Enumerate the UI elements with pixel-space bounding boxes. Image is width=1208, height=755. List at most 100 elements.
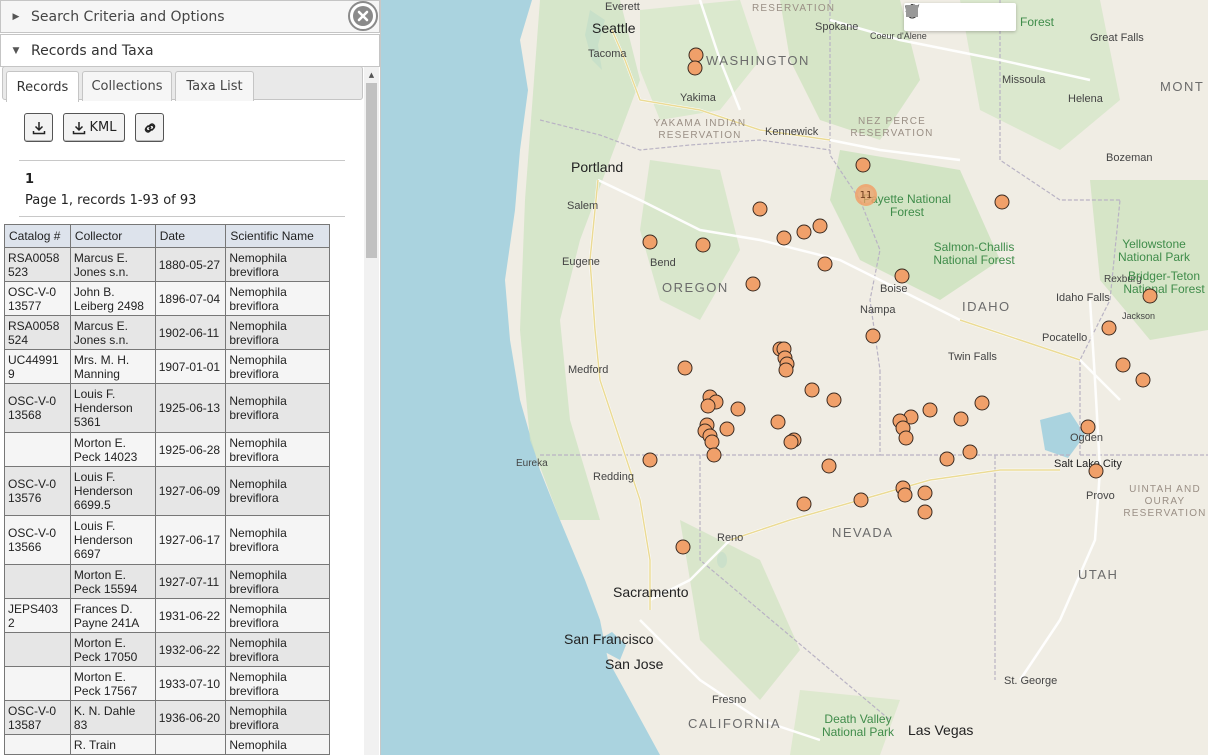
download-csv-button[interactable] [24,113,53,142]
tab-collections[interactable]: Collections [82,71,172,101]
collector-cell: Morton E. Peck 15594 [69,564,156,599]
page-number[interactable]: 1 [25,172,34,187]
occurrence-marker[interactable] [939,451,955,467]
occurrence-marker[interactable] [953,411,969,427]
catalog-cell[interactable] [4,564,71,599]
records-taxa-header[interactable]: ▼ Records and Taxa [0,34,380,67]
occurrence-marker[interactable] [853,492,869,508]
catalog-cell[interactable]: OSC-V-0 13577 [4,281,71,316]
occurrence-marker[interactable] [752,201,768,217]
occurrence-marker[interactable] [855,157,871,173]
occurrence-marker[interactable] [897,487,913,503]
rectangle-icon[interactable] [906,3,988,31]
map-label-nampa: Nampa [860,304,896,316]
occurrence-marker[interactable] [796,496,812,512]
copy-link-button[interactable] [135,113,164,142]
occurrence-marker[interactable] [826,392,842,408]
catalog-cell[interactable]: JEPS403 2 [4,598,71,633]
occurrence-marker[interactable] [804,382,820,398]
occurrence-marker[interactable] [695,237,711,253]
table-row[interactable]: OSC-V-0 13587 K. N. Dahle 83 1936-06-20 Nem… [4,700,330,735]
occurrence-marker[interactable] [642,234,658,250]
occurrence-marker[interactable] [687,60,703,76]
occurrence-marker[interactable] [1135,372,1151,388]
occurrence-marker[interactable] [922,402,938,418]
occurrence-marker[interactable] [917,485,933,501]
occurrence-marker[interactable] [745,276,761,292]
download-kml-button[interactable]: KML [63,113,125,142]
catalog-cell[interactable]: UC44991 9 [4,349,71,384]
table-row[interactable]: RSA0058 524 Marcus E. Jones s.n. 1902-06-1… [4,315,330,350]
occurrence-marker[interactable] [974,395,990,411]
circle-icon[interactable] [906,3,1016,31]
occurrence-marker[interactable] [817,256,833,272]
occurrence-marker[interactable] [812,218,828,234]
records-table: Catalog # Collector Date Scientific Name… [4,224,330,755]
polygon-icon[interactable] [904,3,960,31]
map-label-reno: Reno [717,532,744,544]
catalog-cell[interactable] [4,734,71,755]
table-row[interactable]: UC44991 9 Mrs. M. H. Manning 1907-01-01 Nem… [4,349,330,384]
catalog-cell[interactable]: OSC-V-0 13587 [4,700,71,735]
occurrence-marker[interactable] [1142,288,1158,304]
catalog-cell[interactable]: OSC-V-0 13576 [4,466,71,516]
table-row[interactable]: OSC-V-0 13576 Louis F. Henderson 6699.5 19… [4,466,330,516]
table-row[interactable]: Morton E. Peck 15594 1927-07-11 Nemophila … [4,564,330,599]
occurrence-marker[interactable] [677,360,693,376]
table-row[interactable]: Morton E. Peck 14023 1925-06-28 Nemophila … [4,432,330,467]
occurrence-marker[interactable] [894,268,910,284]
catalog-cell[interactable]: RSA0058 523 [4,247,71,282]
draw-toolbar [904,3,1016,31]
scientific-name-cell: Nemophila breviflora [225,666,330,701]
catalog-cell[interactable]: OSC-V-0 13566 [4,515,71,565]
map-label-jackson: Jackson [1122,311,1156,321]
occurrence-marker[interactable] [898,430,914,446]
occurrence-marker[interactable] [770,414,786,430]
occurrence-marker[interactable] [1088,463,1104,479]
scientific-name-cell: Nemophila breviflora [225,383,330,433]
tab-records[interactable]: Records [6,71,79,102]
search-criteria-header[interactable]: ▶ Search Criteria and Options [0,0,380,33]
occurrence-marker[interactable] [778,362,794,378]
occurrence-marker[interactable] [675,539,691,555]
table-row[interactable]: RSA0058 523 Marcus E. Jones s.n. 1880-05-2… [4,247,330,282]
occurrence-marker[interactable] [730,401,746,417]
table-row[interactable]: OSC-V-0 13577 John B. Leiberg 2498 1896-07… [4,281,330,316]
catalog-cell[interactable] [4,432,71,467]
occurrence-marker[interactable] [700,398,716,414]
table-row[interactable]: JEPS403 2 Frances D. Payne 241A 1931-06-22… [4,598,330,633]
table-row[interactable]: OSC-V-0 13568 Louis F. Henderson 5361 1925… [4,383,330,433]
occurrence-marker[interactable] [719,421,735,437]
catalog-cell[interactable]: RSA0058 524 [4,315,71,350]
date-cell: 1907-01-01 [154,349,227,384]
table-row[interactable]: Morton E. Peck 17050 1932-06-22 Nemophila … [4,632,330,667]
occurrence-marker[interactable] [962,444,978,460]
occurrence-marker[interactable] [1080,419,1096,435]
occurrence-marker[interactable] [1115,357,1131,373]
occurrence-marker[interactable] [706,447,722,463]
occurrence-marker[interactable] [917,504,933,520]
scroll-thumb[interactable] [366,83,377,258]
marker-cluster[interactable]: 11 [855,184,877,206]
occurrence-marker[interactable] [994,194,1010,210]
table-row[interactable]: R. Train Nemophila [4,734,330,755]
map-label-salem: Salem [567,200,599,212]
occurrence-marker[interactable] [865,328,881,344]
scroll-up-icon[interactable]: ▲ [364,67,379,82]
close-button[interactable] [348,1,378,31]
catalog-cell[interactable] [4,666,71,701]
occurrence-marker[interactable] [783,434,799,450]
table-row[interactable]: Morton E. Peck 17567 1933-07-10 Nemophila … [4,666,330,701]
occurrence-marker[interactable] [796,224,812,240]
panel-scrollbar[interactable]: ▲ [364,67,379,755]
catalog-cell[interactable] [4,632,71,667]
records-tabs: Records Collections Taxa List [2,66,363,102]
catalog-cell[interactable]: OSC-V-0 13568 [4,383,71,433]
occurrence-marker[interactable] [642,452,658,468]
occurrence-marker[interactable] [776,230,792,246]
table-row[interactable]: OSC-V-0 13566 Louis F. Henderson 6697 1927… [4,515,330,565]
tab-taxa-list[interactable]: Taxa List [175,71,254,101]
scientific-name-cell: Nemophila breviflora [225,315,330,350]
occurrence-marker[interactable] [821,458,837,474]
occurrence-marker[interactable] [1101,320,1117,336]
